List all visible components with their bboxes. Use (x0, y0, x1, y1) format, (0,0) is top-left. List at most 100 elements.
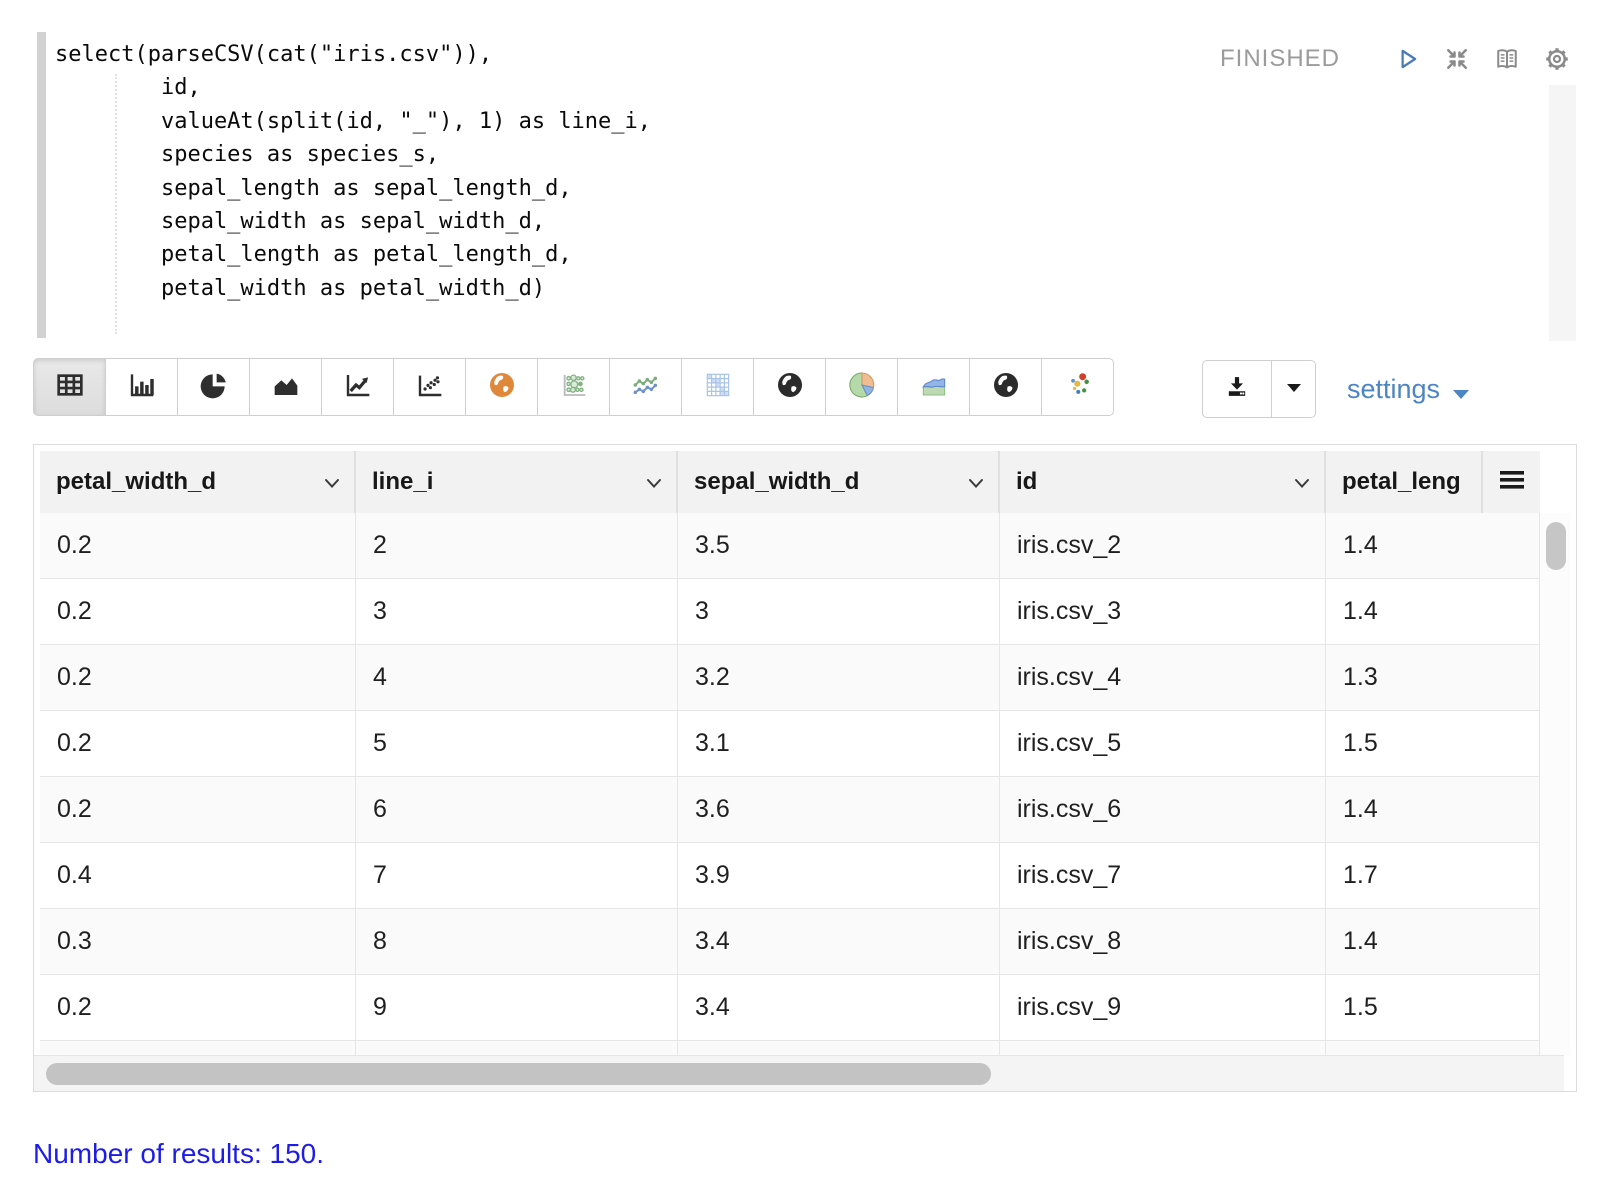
code-paragraph: select(parseCSV(cat("iris.csv")), id, va… (33, 28, 1577, 343)
book-icon[interactable] (1492, 44, 1522, 74)
column-label: id (1016, 468, 1037, 496)
table-cell: iris.csv_2 (1000, 513, 1326, 579)
pie-chart-icon (198, 369, 230, 406)
table-cell: 1.4 (1326, 909, 1540, 975)
play-icon[interactable] (1392, 44, 1422, 74)
table-cell: 1.7 (1326, 843, 1540, 909)
table-cell: iris.csv_8 (1000, 909, 1326, 975)
table-row: 0.2 6 3.6 iris.csv_6 1.4 (40, 777, 1570, 843)
column-label: petal_width_d (56, 468, 216, 496)
viz-pie-pastel-button[interactable] (825, 358, 898, 416)
table-cell: 1.4 (1326, 579, 1540, 645)
column-header-petal_width_d[interactable]: petal_width_d (40, 451, 356, 513)
table-cell: 7 (356, 843, 678, 909)
table-cell: 5 (356, 711, 678, 777)
viz-globe-button[interactable] (753, 358, 826, 416)
table-row: 0.3 8 3.4 iris.csv_8 1.4 (40, 909, 1570, 975)
table-cell (356, 1041, 678, 1055)
vertical-scrollbar-track (1540, 843, 1570, 909)
viz-area-chart-button[interactable] (249, 358, 322, 416)
code-line: id, (55, 71, 1455, 104)
column-header-sepal_width_d[interactable]: sepal_width_d (678, 451, 1000, 513)
table-row: 0.4 7 3.9 iris.csv_7 1.7 (40, 843, 1570, 909)
status-badge: FINISHED (1220, 45, 1340, 73)
column-header-line_i[interactable]: line_i (356, 451, 678, 513)
table-row: 0.2 3 3 iris.csv_3 1.4 (40, 579, 1570, 645)
table-cell: 9 (356, 975, 678, 1041)
column-label: sepal_width_d (694, 468, 859, 496)
globe-dark-icon-2 (990, 369, 1022, 406)
download-options-button[interactable] (1272, 360, 1316, 418)
viz-stacked-area-button[interactable] (897, 358, 970, 416)
table-cell: 3.1 (678, 711, 1000, 777)
viz-line-chart-button[interactable] (321, 358, 394, 416)
chevron-down-icon[interactable] (968, 468, 984, 496)
shrink-icon[interactable] (1442, 44, 1472, 74)
settings-toggle[interactable]: settings (1347, 372, 1470, 407)
code-line: petal_length as petal_length_d, (55, 238, 1455, 271)
stacked-area-icon (918, 369, 950, 406)
column-menu-button[interactable] (1483, 451, 1540, 513)
code-line: sepal_length as sepal_length_d, (55, 172, 1455, 205)
globe-dark-icon (774, 369, 806, 406)
viz-scatter-color-button[interactable] (1041, 358, 1114, 416)
table-row: 0.2 4 3.2 iris.csv_4 1.3 (40, 645, 1570, 711)
globe-orange-icon (486, 369, 518, 406)
column-label: line_i (372, 468, 433, 496)
table-cell: 1.5 (1326, 711, 1540, 777)
download-button[interactable] (1202, 360, 1272, 418)
table-cell: 3.2 (678, 645, 1000, 711)
viz-multi-line-chart-button[interactable] (609, 358, 682, 416)
viz-bubble-matrix-button[interactable] (537, 358, 610, 416)
vertical-scrollbar-track (1540, 975, 1570, 1041)
table-body: 0.2 2 3.5 iris.csv_2 1.4 0.2 3 3 iris.cs… (40, 513, 1570, 1055)
chevron-down-icon[interactable] (646, 468, 662, 496)
chevron-down-icon[interactable] (1294, 468, 1310, 496)
vertical-scrollbar-track (1540, 1041, 1570, 1055)
gear-icon[interactable] (1542, 44, 1572, 74)
line-chart-icon (342, 369, 374, 406)
editor-scrollbar[interactable] (1549, 85, 1576, 341)
table-cell: iris.csv_9 (1000, 975, 1326, 1041)
code-editor[interactable]: select(parseCSV(cat("iris.csv")), id, va… (55, 38, 1455, 305)
table-cell: 6 (356, 777, 678, 843)
vertical-scrollbar[interactable] (1540, 513, 1570, 579)
table-cell: 0.2 (40, 513, 356, 579)
table-cell (678, 1041, 1000, 1055)
area-chart-icon (270, 369, 302, 406)
viz-scatter-chart-button[interactable] (393, 358, 466, 416)
table-cell: 4 (356, 645, 678, 711)
chevron-down-icon[interactable] (324, 468, 340, 496)
vertical-scrollbar-track (1540, 645, 1570, 711)
viz-heatmap-button[interactable] (681, 358, 754, 416)
results-count: Number of results: 150. (33, 1138, 324, 1170)
column-header-petal_length_d[interactable]: petal_leng (1326, 451, 1483, 513)
scatter-chart-icon (414, 369, 446, 406)
table-icon (54, 369, 86, 406)
viz-globe-2-button[interactable] (969, 358, 1042, 416)
table-header-row: petal_width_d line_i sepal_width_d id (40, 451, 1570, 513)
table-cell (1000, 1041, 1326, 1055)
table-cell: 0.3 (40, 909, 356, 975)
viz-pie-chart-button[interactable] (177, 358, 250, 416)
table-cell: 3.5 (678, 513, 1000, 579)
code-line: valueAt(split(id, "_"), 1) as line_i, (55, 105, 1455, 138)
bar-chart-icon (126, 369, 158, 406)
table-cell: 8 (356, 909, 678, 975)
viz-table-button[interactable] (33, 358, 106, 416)
table-cell: 1.4 (1326, 513, 1540, 579)
table-cell: 0.2 (40, 645, 356, 711)
table-cell: 3.6 (678, 777, 1000, 843)
horizontal-scrollbar-thumb[interactable] (46, 1063, 991, 1085)
horizontal-scrollbar[interactable] (34, 1055, 1564, 1091)
settings-label: settings (1347, 374, 1440, 405)
column-header-id[interactable]: id (1000, 451, 1326, 513)
vertical-scrollbar-thumb[interactable] (1546, 522, 1566, 570)
vertical-scrollbar-track (1540, 711, 1570, 777)
table-cell: 0.2 (40, 711, 356, 777)
bubble-matrix-icon (558, 369, 590, 406)
code-line: petal_width as petal_width_d) (55, 272, 1455, 305)
viz-map-button[interactable] (465, 358, 538, 416)
viz-bar-chart-button[interactable] (105, 358, 178, 416)
code-line: sepal_width as sepal_width_d, (55, 205, 1455, 238)
